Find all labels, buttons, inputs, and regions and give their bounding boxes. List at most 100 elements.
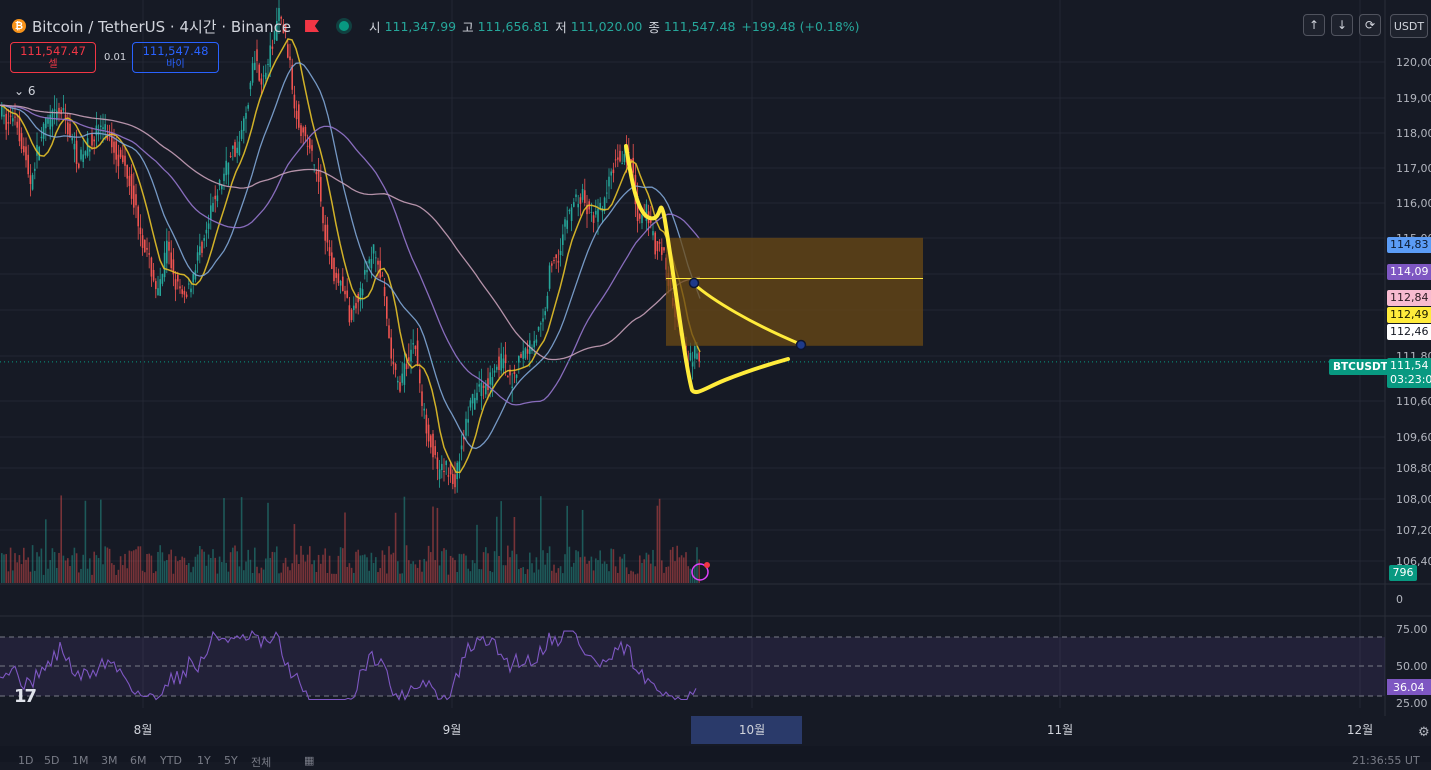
volume-bar (73, 547, 76, 583)
ma-fast-line (0, 38, 701, 474)
volume-bar (254, 547, 256, 583)
volume-bar (390, 554, 392, 583)
refresh-icon[interactable]: ⟳ (1359, 14, 1381, 36)
volume-bar (601, 563, 604, 583)
candle-body (159, 279, 161, 296)
candle-body (544, 311, 546, 316)
symbol-title[interactable]: Bitcoin / TetherUS · 4시간 · Binance (32, 16, 291, 37)
volume-bar (535, 557, 538, 583)
price-tick-label: 108,80 (1396, 462, 1431, 475)
volume-bar (172, 573, 175, 583)
volume-bar (485, 547, 487, 583)
candle-body (610, 171, 612, 176)
candle-body (146, 247, 148, 250)
volume-bar (687, 566, 689, 583)
indicators-toggle[interactable]: ⌄ 6 (14, 84, 36, 98)
candle-body (661, 247, 663, 255)
volume-bar (469, 571, 472, 583)
candle-body (18, 116, 21, 142)
buy-button[interactable]: 111,547.48 바이 (132, 42, 219, 73)
candle-body (377, 260, 379, 265)
volume-bar (425, 561, 428, 583)
volume-bar (53, 552, 56, 583)
sell-button[interactable]: 111,547.47 셀 (10, 42, 96, 73)
volume-bar (23, 547, 25, 583)
range-6m[interactable]: 6M (130, 754, 147, 767)
tradingview-logo[interactable]: 17 (14, 686, 37, 707)
volume-bar (465, 555, 467, 583)
volume-bar (18, 555, 21, 583)
volume-bar (652, 549, 654, 583)
candle-body (289, 56, 291, 61)
price-chart[interactable]: 120,00119,00118,00117,00116,00115,00111,… (0, 0, 1431, 762)
volume-bar (570, 566, 573, 583)
candle-body (507, 376, 509, 378)
range-5d[interactable]: 5D (44, 754, 59, 767)
candle-body (346, 290, 348, 298)
candle-body (251, 63, 254, 83)
volume-bar (621, 558, 623, 583)
candle-body (423, 408, 425, 411)
candle-body (401, 373, 403, 383)
volume-bar (339, 547, 342, 583)
arrow-down-button[interactable]: ↓ (1331, 14, 1353, 36)
volume-bar (542, 550, 544, 583)
volume-bar (5, 554, 7, 583)
candle-body (361, 289, 364, 296)
volume-bar (199, 545, 201, 583)
volume-bar (515, 554, 518, 583)
candle-body (47, 118, 49, 124)
volume-bar (278, 573, 280, 583)
candle-body (216, 195, 219, 202)
candle-body (614, 159, 617, 161)
candle-body (557, 260, 560, 263)
volume-bar (366, 557, 368, 583)
candle-body (9, 115, 12, 117)
volume-bar (122, 565, 124, 583)
range-1d[interactable]: 1D (18, 754, 33, 767)
volume-bar (166, 560, 168, 583)
candle-body (117, 154, 120, 167)
arrow-up-button[interactable]: ↑ (1303, 14, 1325, 36)
volume-bar (102, 564, 104, 583)
calendar-icon[interactable]: ▦ (304, 754, 314, 767)
bottom-toolbar: 1D 5D 1M 3M 6M YTD 1Y 5Y 전체 ▦ 21:36:55 U… (0, 746, 1431, 769)
candle-body (355, 303, 357, 309)
range-5y[interactable]: 5Y (224, 754, 238, 767)
volume-bar (504, 565, 507, 583)
volume-bar (331, 573, 333, 583)
volume-bar (31, 545, 34, 583)
volume-bar (388, 546, 390, 583)
candle-body (150, 257, 153, 277)
candle-body (29, 175, 32, 184)
range-3m[interactable]: 3M (101, 754, 118, 767)
price-tick-label: 107,20 (1396, 524, 1431, 537)
candle-body (254, 62, 256, 70)
range-1y[interactable]: 1Y (197, 754, 211, 767)
volume-bar (287, 566, 289, 583)
range-all[interactable]: 전체 (251, 754, 271, 770)
chart-header: ₿ Bitcoin / TetherUS · 4시간 · Binance 시 11… (12, 15, 862, 37)
range-ytd[interactable]: YTD (160, 754, 182, 767)
range-1m[interactable]: 1M (72, 754, 89, 767)
volume-bar (500, 501, 502, 583)
market-status-icon (339, 21, 350, 31)
candle-body (104, 124, 106, 130)
settings-gear-icon[interactable]: ⚙ (1418, 725, 1430, 740)
volume-bar (320, 563, 322, 583)
candle-body (564, 219, 566, 227)
candle-body (342, 276, 344, 292)
candle-body (240, 129, 243, 139)
candle-body (203, 238, 205, 241)
candle-body (456, 462, 458, 480)
currency-button[interactable]: USDT (1390, 14, 1428, 38)
candle-body (152, 269, 155, 281)
flag-icon[interactable] (305, 20, 320, 32)
volume-bar (214, 557, 216, 583)
volume-bar (661, 560, 663, 583)
candle-body (20, 133, 23, 150)
candle-body (515, 374, 518, 378)
candle-body (295, 110, 298, 120)
candle-body (58, 107, 60, 113)
volume-bar (89, 558, 91, 583)
